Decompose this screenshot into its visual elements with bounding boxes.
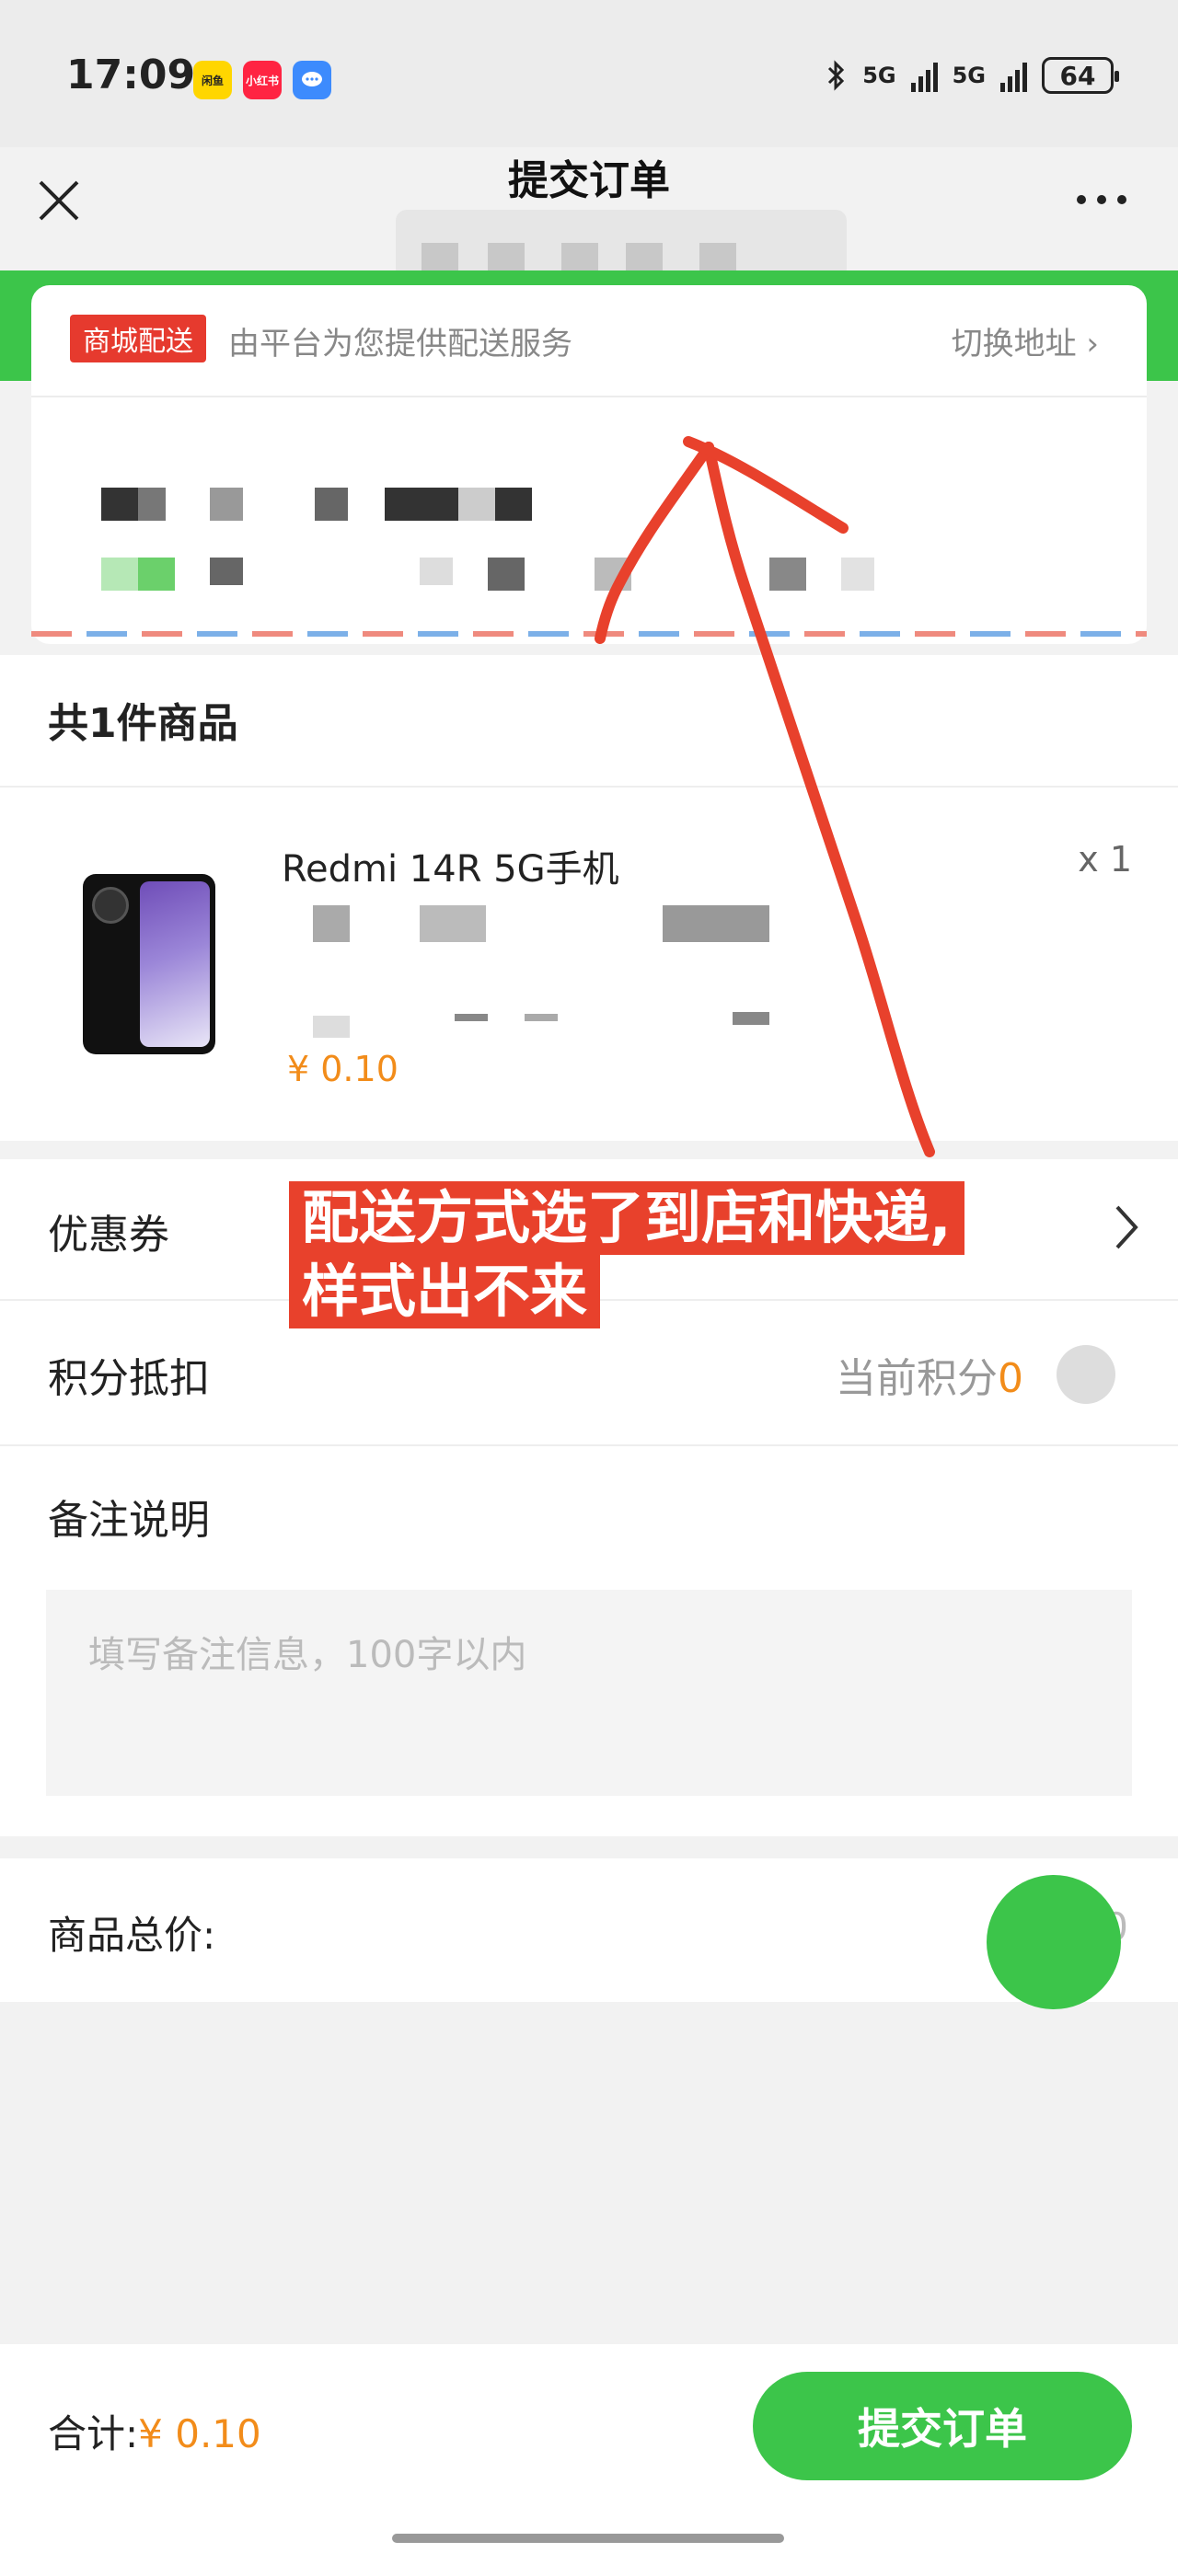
points-label: 积分抵扣: [48, 1355, 210, 1402]
signal-icon-1: [910, 59, 938, 92]
submit-order-button[interactable]: 提交订单: [753, 2372, 1132, 2480]
bluetooth-icon: [828, 60, 845, 91]
remark-label: 备注说明: [48, 1497, 210, 1544]
points-current-label: 当前积分: [836, 1355, 998, 1402]
product-name: Redmi 14R 5G手机: [282, 848, 619, 891]
network-label-1: 5G: [862, 63, 896, 88]
battery-icon: 64: [1042, 57, 1119, 94]
page-title: 提交订单: [508, 157, 670, 204]
sum-row: 合计:¥ 0.10: [48, 2403, 261, 2459]
product-qty: x 1: [1078, 839, 1132, 880]
annotation-line-1: 配送方式选了到店和快递,: [289, 1181, 964, 1255]
redacted-spec: [313, 905, 773, 1038]
points-toggle[interactable]: [1057, 1345, 1115, 1404]
product-image: [83, 874, 215, 1054]
home-indicator[interactable]: [392, 2534, 784, 2543]
switch-address-label: 切换地址: [951, 326, 1077, 362]
network-label-2: 5G: [952, 63, 986, 88]
delivery-hint: 由平台为您提供配送服务: [228, 326, 572, 362]
redacted-address: [101, 488, 893, 598]
floating-action-button[interactable]: [987, 1875, 1121, 2009]
chevron-right-icon: [1115, 1205, 1138, 1249]
chat-app-icon: [293, 61, 331, 99]
status-time: 17:09: [66, 52, 196, 98]
total-label: 商品总价:: [48, 1913, 216, 1958]
remark-placeholder: 填写备注信息，100字以内: [88, 1634, 527, 1676]
product-price: ¥ 0.10: [287, 1049, 398, 1089]
coupon-label: 优惠券: [48, 1212, 169, 1259]
redacted-bar: [396, 210, 847, 280]
remark-input[interactable]: [46, 1590, 1132, 1796]
delivery-tag: 商城配送: [70, 315, 206, 362]
more-icon[interactable]: [1077, 195, 1126, 204]
points-current-value: 0: [998, 1355, 1023, 1402]
annotation-note: 配送方式选了到店和快递, 样式出不来: [289, 1181, 964, 1328]
red-app-icon: 小红书: [243, 61, 282, 99]
annotation-line-2: 样式出不来: [289, 1255, 601, 1328]
sum-label: 合计:: [48, 2411, 139, 2456]
switch-address-link[interactable]: 切换地址 ›: [952, 318, 1099, 363]
goods-count-title: 共1件商品: [48, 700, 238, 747]
signal-icon-2: [1000, 59, 1027, 92]
envelope-border: [31, 631, 1147, 637]
divider: [31, 396, 1147, 397]
yellow-app-icon: 闲鱼: [193, 61, 232, 99]
system-icons: 5G 5G 64: [826, 57, 1119, 94]
points-current: 当前积分0: [836, 1345, 1023, 1404]
sum-value: ¥ 0.10: [138, 2411, 261, 2456]
